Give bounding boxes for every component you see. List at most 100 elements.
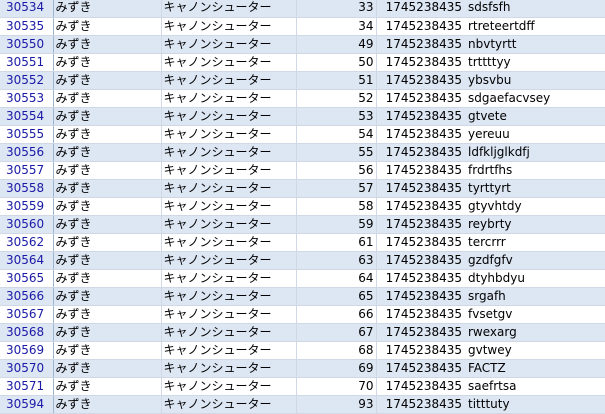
record-id-cell[interactable]: 30535 [0,17,54,36]
timestamp-cell[interactable]: 1745238435 [376,269,466,288]
text-value-cell[interactable]: tyrttyrt [466,179,605,198]
timestamp-cell[interactable]: 1745238435 [376,341,466,360]
timestamp-cell[interactable]: 1745238435 [376,197,466,216]
text-value-cell[interactable]: ldfkljglkdfj [466,143,605,162]
player-name-cell[interactable]: みずき [53,143,162,162]
sequence-number-cell[interactable]: 56 [296,161,377,180]
character-type-cell[interactable]: キャノンシューター [161,179,297,198]
player-name-cell[interactable]: みずき [53,341,162,360]
character-type-cell[interactable]: キャノンシューター [161,143,297,162]
player-name-cell[interactable]: みずき [53,0,162,18]
record-id-cell[interactable]: 30551 [0,53,54,72]
record-id-cell[interactable]: 30555 [0,125,54,144]
sequence-number-cell[interactable]: 33 [296,0,377,18]
sequence-number-cell[interactable]: 63 [296,251,377,270]
table-row[interactable]: 30565 みずき キャノンシューター 64 1745238435 dtyhbdyu [0,269,605,288]
timestamp-cell[interactable]: 1745238435 [376,179,466,198]
record-id-cell[interactable]: 30567 [0,305,54,324]
text-value-cell[interactable]: sdsfsfh [466,0,605,18]
timestamp-cell[interactable]: 1745238435 [376,71,466,90]
table-row[interactable]: 30557 みずき キャノンシューター 56 1745238435 frdrtfhs [0,161,605,180]
timestamp-cell[interactable]: 1745238435 [376,143,466,162]
character-type-cell[interactable]: キャノンシューター [161,323,297,342]
player-name-cell[interactable]: みずき [53,251,162,270]
record-id-cell[interactable]: 30571 [0,377,54,396]
sequence-number-cell[interactable]: 57 [296,179,377,198]
sequence-number-cell[interactable]: 70 [296,377,377,396]
timestamp-cell[interactable]: 1745238435 [376,35,466,54]
sequence-number-cell[interactable]: 67 [296,323,377,342]
player-name-cell[interactable]: みずき [53,161,162,180]
character-type-cell[interactable]: キャノンシューター [161,377,297,396]
text-value-cell[interactable]: sdgaefacvsey [466,89,605,108]
sequence-number-cell[interactable]: 59 [296,215,377,234]
character-type-cell[interactable]: キャノンシューター [161,89,297,108]
sequence-number-cell[interactable]: 64 [296,269,377,288]
player-name-cell[interactable]: みずき [53,233,162,252]
timestamp-cell[interactable]: 1745238435 [376,89,466,108]
player-name-cell[interactable]: みずき [53,107,162,126]
table-row[interactable]: 30567 みずき キャノンシューター 66 1745238435 fvsetgv [0,305,605,324]
text-value-cell[interactable]: fvsetgv [466,305,605,324]
text-value-cell[interactable]: rtreteertdff [466,17,605,36]
record-id-cell[interactable]: 30565 [0,269,54,288]
record-id-cell[interactable]: 30560 [0,215,54,234]
record-id-cell[interactable]: 30569 [0,341,54,360]
record-id-cell[interactable]: 30534 [0,0,54,18]
timestamp-cell[interactable]: 1745238435 [376,0,466,18]
table-row[interactable]: 30550 みずき キャノンシューター 49 1745238435 nbvtyrtt [0,35,605,54]
table-row[interactable]: 30553 みずき キャノンシューター 52 1745238435 sdgaefacvse… [0,89,605,108]
sequence-number-cell[interactable]: 58 [296,197,377,216]
character-type-cell[interactable]: キャノンシューター [161,125,297,144]
timestamp-cell[interactable]: 1745238435 [376,215,466,234]
text-value-cell[interactable]: rwexarg [466,323,605,342]
player-name-cell[interactable]: みずき [53,215,162,234]
timestamp-cell[interactable]: 1745238435 [376,305,466,324]
player-name-cell[interactable]: みずき [53,287,162,306]
record-id-cell[interactable]: 30564 [0,251,54,270]
table-row[interactable]: 30569 みずき キャノンシューター 68 1745238435 gvtwey [0,341,605,360]
record-id-cell[interactable]: 30566 [0,287,54,306]
text-value-cell[interactable]: titttuty [466,395,605,414]
character-type-cell[interactable]: キャノンシューター [161,233,297,252]
sequence-number-cell[interactable]: 54 [296,125,377,144]
character-type-cell[interactable]: キャノンシューター [161,215,297,234]
timestamp-cell[interactable]: 1745238435 [376,251,466,270]
sequence-number-cell[interactable]: 68 [296,341,377,360]
table-row[interactable]: 30594 みずき キャノンシューター 93 1745238435 titttuty [0,395,605,414]
sequence-number-cell[interactable]: 66 [296,305,377,324]
character-type-cell[interactable]: キャノンシューター [161,35,297,54]
timestamp-cell[interactable]: 1745238435 [376,287,466,306]
table-row[interactable]: 30552 みずき キャノンシューター 51 1745238435 ybsvbu [0,71,605,90]
text-value-cell[interactable]: gvtwey [466,341,605,360]
player-name-cell[interactable]: みずき [53,305,162,324]
player-name-cell[interactable]: みずき [53,323,162,342]
text-value-cell[interactable]: FACTZ [466,359,605,378]
table-row[interactable]: 30535 みずき キャノンシューター 34 1745238435 rtreteertdf… [0,17,605,36]
table-row[interactable]: 30555 みずき キャノンシューター 54 1745238435 yereuu [0,125,605,144]
player-name-cell[interactable]: みずき [53,197,162,216]
record-id-cell[interactable]: 30557 [0,161,54,180]
character-type-cell[interactable]: キャノンシューター [161,287,297,306]
sequence-number-cell[interactable]: 69 [296,359,377,378]
sequence-number-cell[interactable]: 52 [296,89,377,108]
text-value-cell[interactable]: tercrrr [466,233,605,252]
table-row[interactable]: 30568 みずき キャノンシューター 67 1745238435 rwexarg [0,323,605,342]
record-id-cell[interactable]: 30552 [0,71,54,90]
text-value-cell[interactable]: reybrty [466,215,605,234]
record-id-cell[interactable]: 30550 [0,35,54,54]
text-value-cell[interactable]: yereuu [466,125,605,144]
character-type-cell[interactable]: キャノンシューター [161,71,297,90]
text-value-cell[interactable]: srgafh [466,287,605,306]
player-name-cell[interactable]: みずき [53,269,162,288]
sequence-number-cell[interactable]: 93 [296,395,377,414]
table-row[interactable]: 30560 みずき キャノンシューター 59 1745238435 reybrty [0,215,605,234]
player-name-cell[interactable]: みずき [53,53,162,72]
record-id-cell[interactable]: 30568 [0,323,54,342]
sequence-number-cell[interactable]: 51 [296,71,377,90]
text-value-cell[interactable]: gtvete [466,107,605,126]
table-row[interactable]: 30570 みずき キャノンシューター 69 1745238435 FACTZ [0,359,605,378]
record-id-cell[interactable]: 30558 [0,179,54,198]
record-id-cell[interactable]: 30554 [0,107,54,126]
character-type-cell[interactable]: キャノンシューター [161,197,297,216]
